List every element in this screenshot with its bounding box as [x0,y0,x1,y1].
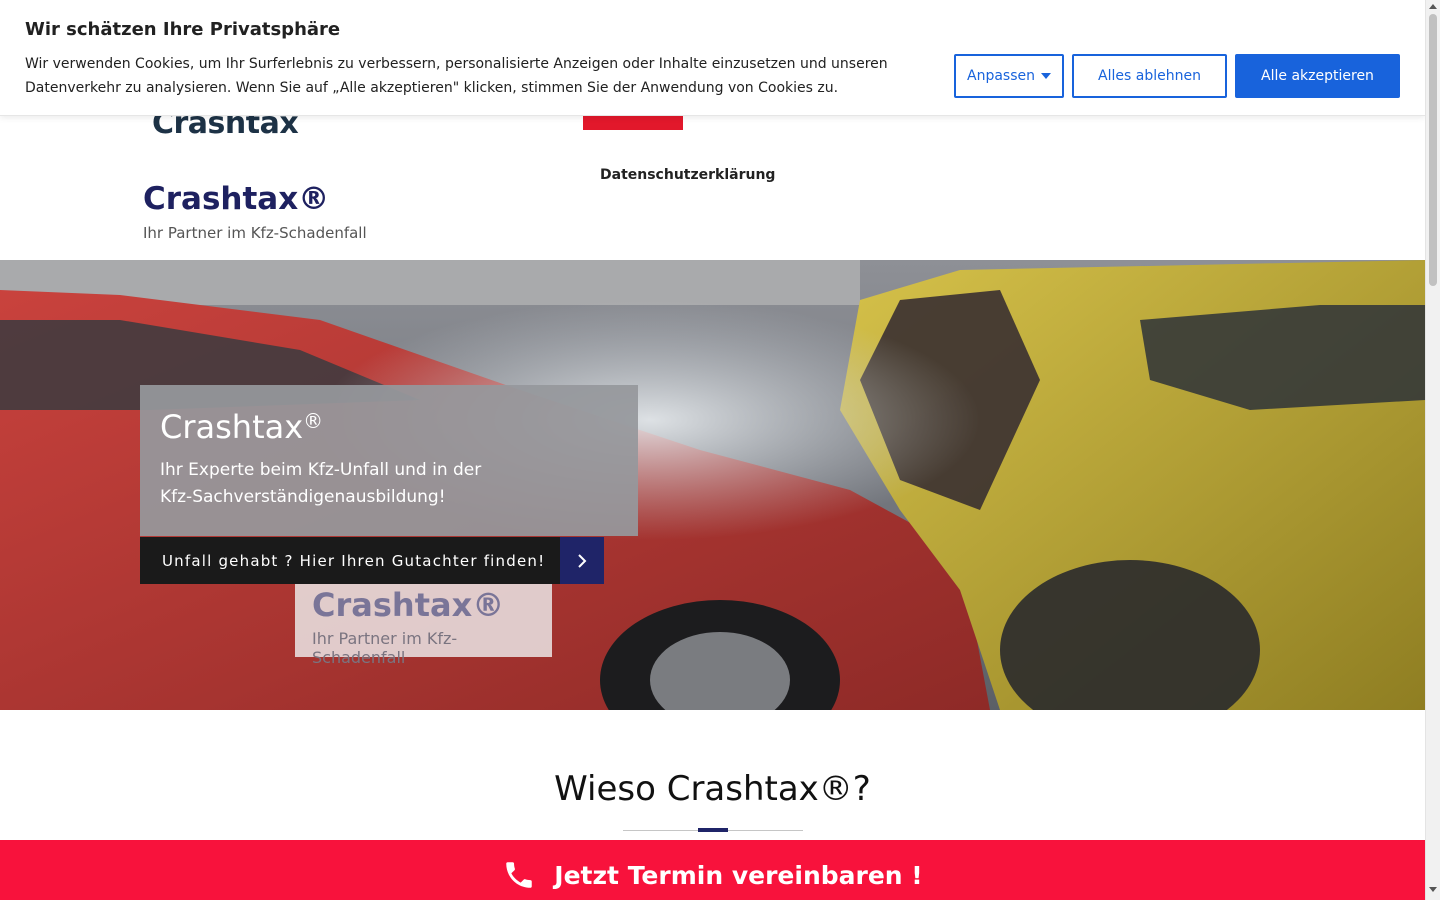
find-expert-button[interactable]: Unfall gehabt ? Hier Ihren Gutachter fin… [140,537,604,584]
section-title: Wieso Crashtax®? [554,769,871,809]
accept-all-button[interactable]: Alle akzeptieren [1235,54,1400,98]
section-divider-accent [698,828,728,832]
cookie-text: Wir verwenden Cookies, um Ihr Surferlebn… [25,56,888,96]
caret-down-icon [1041,73,1051,79]
hero-info-box: Crashtax® Ihr Experte beim Kfz-Unfall un… [140,385,638,536]
hero-card-subtitle: Ihr Partner im Kfz-Schadenfall [312,629,458,667]
nav-active-indicator [583,114,683,130]
cookie-consent-banner: Wir schätzen Ihre Privatsphäre Wir verwe… [0,0,1425,116]
hero-card-title: Crashtax® [312,586,505,624]
scrollbar-thumb[interactable] [1429,14,1437,286]
reject-all-button[interactable]: Alles ablehnen [1072,54,1227,98]
scroll-down-icon[interactable] [1429,887,1437,892]
customize-button[interactable]: Anpassen [954,54,1064,98]
hero-logo-card: Crashtax® Ihr Partner im Kfz-Schadenfall [295,575,552,667]
book-appointment-label: Jetzt Termin vereinbaren ! [554,861,923,890]
scroll-up-icon[interactable] [1429,4,1437,9]
hero-section: Crashtax® Ihr Experte beim Kfz-Unfall un… [0,260,1425,710]
cookie-title: Wir schätzen Ihre Privatsphäre [25,19,341,40]
site-title[interactable]: Crashtax® [143,181,329,217]
page-scrollbar[interactable] [1425,0,1440,900]
site-tagline: Ihr Partner im Kfz-Schadenfall [143,224,367,242]
nav-link-datenschutz[interactable]: Datenschutzerklärung [600,167,775,183]
hero-subtitle: Ihr Experte beim Kfz-Unfall und in der K… [160,460,482,507]
book-appointment-button[interactable]: Jetzt Termin vereinbaren ! [0,840,1425,900]
page: Crashtax Datenschutzerklärung Crashtax® … [0,0,1425,900]
find-expert-label: Unfall gehabt ? Hier Ihren Gutachter fin… [162,551,546,570]
chevron-right-icon [560,537,604,584]
phone-icon [502,858,536,896]
customize-label: Anpassen [967,68,1035,84]
hero-title: Crashtax® [160,408,324,446]
